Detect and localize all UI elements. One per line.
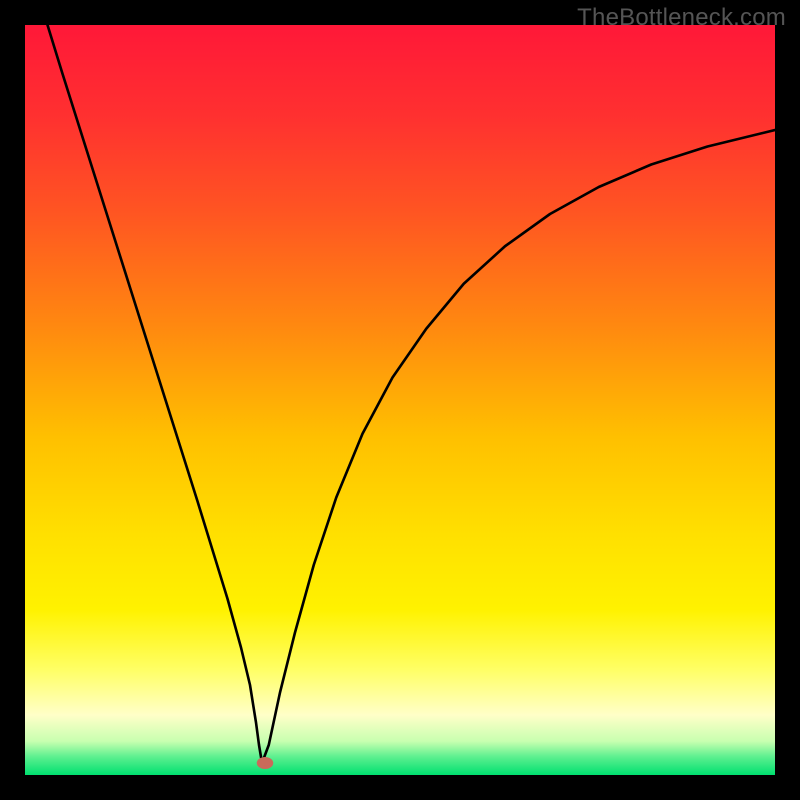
plot-area	[25, 25, 775, 775]
watermark-text: TheBottleneck.com	[577, 4, 786, 32]
optimum-marker	[257, 757, 274, 769]
chart-svg	[25, 25, 775, 775]
gradient-background	[25, 25, 775, 775]
chart-container: TheBottleneck.com	[0, 0, 800, 800]
